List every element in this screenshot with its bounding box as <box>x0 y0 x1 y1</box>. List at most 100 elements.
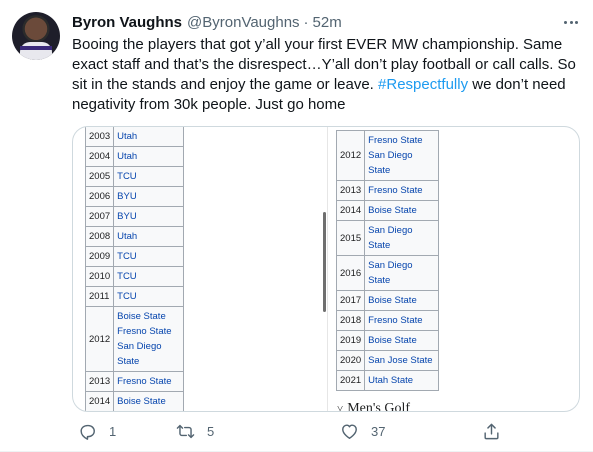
table-row: 2012 Boise State Fresno State San Diego Stat… <box>84 306 185 372</box>
year-cell: 2019 <box>335 330 366 351</box>
avatar-jersey <box>20 42 52 60</box>
reply-count: 1 <box>109 424 117 439</box>
share-button[interactable] <box>482 422 501 441</box>
school-cell: Boise State <box>364 330 440 351</box>
table-row: 2016 San Diego State <box>335 255 440 291</box>
section-heading-text: Men's Golf <box>347 401 411 412</box>
table-row: 2019 Boise State <box>335 330 440 351</box>
school-link[interactable]: Utah <box>117 129 180 144</box>
school-cell: Boise State <box>364 290 440 311</box>
school-link[interactable]: Fresno State <box>368 313 435 328</box>
school-link[interactable]: State <box>368 273 435 288</box>
year-cell: 2015 <box>335 220 366 256</box>
table-row: 2003 Utah <box>84 127 185 147</box>
school-link[interactable]: Utah <box>117 229 180 244</box>
chevron-down-icon: ˅ <box>337 403 344 412</box>
table-row: 2020 San Jose State <box>335 350 440 371</box>
school-cell: Fresno State San Diego State <box>364 130 440 181</box>
school-cell: TCU <box>113 246 185 267</box>
school-link[interactable]: Boise State <box>368 293 435 308</box>
share-icon <box>484 423 499 440</box>
school-link[interactable]: San Diego <box>117 339 180 354</box>
school-link[interactable]: BYU <box>117 209 180 224</box>
section-heading-mens-golf: ˅ Men's Golf <box>337 401 411 412</box>
school-link[interactable]: Boise State <box>117 394 180 409</box>
school-link[interactable]: San Jose State <box>368 353 435 368</box>
school-link[interactable]: San Diego <box>368 148 435 163</box>
table-row: 2013 Fresno State <box>335 180 440 201</box>
year-cell: 2018 <box>335 310 366 331</box>
reply-button[interactable]: 1 <box>78 422 116 441</box>
school-link[interactable]: State <box>368 163 435 178</box>
school-link[interactable]: State <box>368 238 435 253</box>
school-link[interactable]: Boise State <box>117 309 180 324</box>
school-link[interactable]: Fresno State <box>117 374 180 389</box>
tweet-text: Booing the players that got y’all your f… <box>72 35 582 115</box>
hashtag-link[interactable]: #Respectfully <box>378 76 468 93</box>
school-link[interactable]: Fresno State <box>368 183 435 198</box>
school-cell: Boise State <box>364 200 440 221</box>
table-row: 2017 Boise State <box>335 290 440 311</box>
year-cell: 2008 <box>84 226 115 247</box>
author-name[interactable]: Byron Vaughns <box>72 14 182 31</box>
more-options-icon[interactable] <box>561 12 581 32</box>
tweet-time[interactable]: 52m <box>313 14 342 31</box>
school-cell: Utah State <box>364 370 440 391</box>
school-cell: Utah <box>113 127 185 147</box>
school-cell: San Diego State <box>364 255 440 291</box>
school-link[interactable]: TCU <box>117 289 180 304</box>
author-handle[interactable]: @ByronVaughns <box>187 14 300 31</box>
school-cell: TCU <box>113 166 185 187</box>
year-cell: 2003 <box>84 127 115 147</box>
school-cell: San Jose State <box>364 350 440 371</box>
tweet-image[interactable]: 2003 Utah 2004 Utah 2005 TCU 2006 BYU 2007 BYU 200… <box>72 126 580 412</box>
year-cell: 2016 <box>335 255 366 291</box>
year-cell: 2020 <box>335 350 366 371</box>
school-link[interactable]: Fresno State <box>368 133 435 148</box>
school-link[interactable]: Boise State <box>368 203 435 218</box>
champions-table-left: 2003 Utah 2004 Utah 2005 TCU 2006 BYU 2007 BYU 200… <box>84 127 185 411</box>
school-link[interactable]: State <box>117 354 180 369</box>
school-link[interactable]: BYU <box>117 189 180 204</box>
table-row: 2007 BYU <box>84 206 185 227</box>
school-link[interactable]: Utah <box>117 149 180 164</box>
school-cell: Utah <box>113 146 185 167</box>
avatar[interactable] <box>12 12 60 60</box>
school-link[interactable]: San Diego <box>368 223 435 238</box>
table-row: 2013 Fresno State <box>84 371 185 392</box>
like-icon <box>342 424 357 439</box>
school-link[interactable]: TCU <box>117 269 180 284</box>
table-row: 2018 Fresno State <box>335 310 440 331</box>
table-row: 2010 TCU <box>84 266 185 287</box>
champions-table-right: 2012 Fresno State San Diego State 2013 Fresno… <box>335 130 440 391</box>
year-cell: 2014 <box>84 391 115 411</box>
school-link[interactable]: Fresno State <box>117 324 180 339</box>
school-link[interactable]: San Diego <box>368 258 435 273</box>
year-cell: 2007 <box>84 206 115 227</box>
year-cell: 2013 <box>335 180 366 201</box>
school-cell: BYU <box>113 206 185 227</box>
like-button[interactable]: 37 <box>340 422 385 441</box>
table-row: 2004 Utah <box>84 146 185 167</box>
year-cell: 2009 <box>84 246 115 267</box>
tweet[interactable]: Byron Vaughns @ByronVaughns · 52m Booing… <box>0 0 593 452</box>
retweet-button[interactable]: 5 <box>176 422 214 441</box>
like-count: 37 <box>371 424 386 439</box>
year-cell: 2011 <box>84 286 115 307</box>
school-link[interactable]: Utah State <box>368 373 435 388</box>
table-row: 2008 Utah <box>84 226 185 247</box>
school-link[interactable]: TCU <box>117 169 180 184</box>
school-link[interactable]: TCU <box>117 249 180 264</box>
year-cell: 2010 <box>84 266 115 287</box>
year-cell: 2004 <box>84 146 115 167</box>
school-cell: Boise State Fresno State San Diego State <box>113 306 185 372</box>
table-row: 2009 TCU <box>84 246 185 267</box>
table-row: 2012 Fresno State San Diego State <box>335 130 440 181</box>
separator-dot: · <box>303 13 309 31</box>
year-cell: 2013 <box>84 371 115 392</box>
year-cell: 2012 <box>84 306 115 372</box>
image-scrollbar <box>323 212 326 312</box>
school-link[interactable]: Boise State <box>368 333 435 348</box>
school-cell: San Diego State <box>364 220 440 256</box>
year-cell: 2005 <box>84 166 115 187</box>
